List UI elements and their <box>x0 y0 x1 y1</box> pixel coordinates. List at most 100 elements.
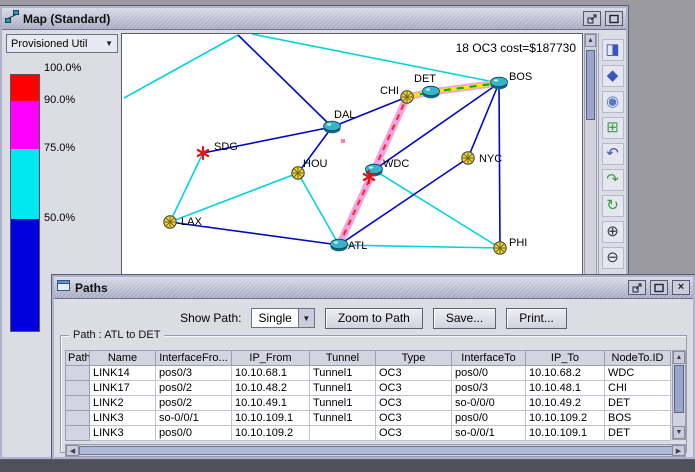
map-node-nyc[interactable] <box>462 152 474 164</box>
scroll-left-icon[interactable]: ◀ <box>66 445 79 456</box>
table-cell[interactable]: Tunnel1 <box>310 366 376 381</box>
table-cell[interactable]: 10.10.48.1 <box>526 381 605 396</box>
row-header-cell[interactable] <box>66 366 90 381</box>
table-cell[interactable]: LINK2 <box>90 396 156 411</box>
column-header-nodeto-id[interactable]: NodeTo.ID <box>605 351 671 366</box>
table-cell[interactable]: so-0/0/1 <box>156 411 232 426</box>
column-header-type[interactable]: Type <box>376 351 452 366</box>
paths-close-button[interactable]: × <box>672 280 690 295</box>
scroll-right-icon[interactable]: ▶ <box>672 445 685 456</box>
scroll-up-icon[interactable]: ▲ <box>673 351 685 364</box>
map-titlebar[interactable]: Map (Standard) <box>2 8 626 30</box>
table-cell[interactable]: WDC <box>605 366 671 381</box>
table-cell[interactable]: OC3 <box>376 381 452 396</box>
table-cell[interactable]: 10.10.109.1 <box>526 426 605 441</box>
table-cell[interactable]: 10.10.109.2 <box>526 411 605 426</box>
map-undock-button[interactable] <box>583 11 601 26</box>
table-row[interactable]: LINK14pos0/310.10.68.1Tunnel1OC3pos0/010… <box>66 366 671 381</box>
table-horizontal-scrollbar[interactable]: ◀ ▶ <box>65 444 686 457</box>
cube-3d-icon[interactable]: ◆ <box>602 65 624 87</box>
column-header-interfaceto[interactable]: InterfaceTo <box>452 351 526 366</box>
row-header-cell[interactable] <box>66 426 90 441</box>
table-cell[interactable]: pos0/0 <box>452 366 526 381</box>
table-cell[interactable]: pos0/3 <box>452 381 526 396</box>
overview-panel-icon[interactable]: ◨ <box>602 39 624 61</box>
table-row[interactable]: LINK2pos0/210.10.49.1Tunnel1OC3so-0/0/01… <box>66 396 671 411</box>
table-cell[interactable]: OC3 <box>376 366 452 381</box>
paths-maximize-button[interactable] <box>650 280 668 295</box>
table-cell[interactable]: pos0/3 <box>156 366 232 381</box>
table-cell[interactable]: CHI <box>605 381 671 396</box>
column-header-ip-from[interactable]: IP_From <box>232 351 310 366</box>
column-header-interfacefro-[interactable]: InterfaceFro... <box>156 351 232 366</box>
map-maximize-button[interactable] <box>605 11 623 26</box>
zoom-out-icon[interactable]: ⊖ <box>602 247 624 269</box>
refresh-icon[interactable]: ↻ <box>602 195 624 217</box>
table-hscroll-thumb[interactable] <box>79 446 674 455</box>
row-header-cell[interactable] <box>66 411 90 426</box>
table-cell[interactable]: 10.10.49.2 <box>526 396 605 411</box>
table-cell[interactable]: pos0/2 <box>156 396 232 411</box>
map-node-dal[interactable] <box>324 121 341 133</box>
table-cell[interactable]: 10.10.68.1 <box>232 366 310 381</box>
column-header-ip-to[interactable]: IP_To <box>526 351 605 366</box>
scroll-down-icon[interactable]: ▼ <box>673 426 685 439</box>
map-node-atl[interactable] <box>331 239 348 251</box>
table-scroll-thumb[interactable] <box>674 365 684 413</box>
redo-icon[interactable]: ↷ <box>602 169 624 191</box>
table-cell[interactable]: pos0/0 <box>156 426 232 441</box>
table-cell[interactable]: Tunnel1 <box>310 396 376 411</box>
table-cell[interactable]: OC3 <box>376 426 452 441</box>
paths-undock-button[interactable] <box>628 280 646 295</box>
print-button[interactable]: Print... <box>506 308 567 329</box>
column-header-tunnel[interactable]: Tunnel <box>310 351 376 366</box>
map-scroll-thumb[interactable] <box>586 50 595 120</box>
legend-grid-icon[interactable]: ⊞ <box>602 117 624 139</box>
map-node-phi[interactable] <box>494 242 506 254</box>
table-cell[interactable]: LINK3 <box>90 411 156 426</box>
zoom-in-icon[interactable]: ⊕ <box>602 221 624 243</box>
table-vertical-scrollbar[interactable]: ▲ ▼ <box>672 350 686 440</box>
table-cell[interactable]: 10.10.68.2 <box>526 366 605 381</box>
map-link[interactable] <box>238 35 332 127</box>
table-cell[interactable]: pos0/2 <box>156 381 232 396</box>
table-cell[interactable]: DET <box>605 396 671 411</box>
column-header-name[interactable]: Name <box>90 351 156 366</box>
paths-titlebar[interactable]: Paths × <box>54 277 693 299</box>
row-header-cell[interactable] <box>66 381 90 396</box>
map-link[interactable] <box>499 83 500 248</box>
table-cell[interactable]: pos0/0 <box>452 411 526 426</box>
dropdown-arrow-icon[interactable]: ▼ <box>298 309 314 327</box>
map-node-lax[interactable] <box>164 216 176 228</box>
table-cell[interactable]: LINK3 <box>90 426 156 441</box>
undo-icon[interactable]: ↶ <box>602 143 624 165</box>
table-cell[interactable]: LINK17 <box>90 381 156 396</box>
map-node-bos[interactable] <box>491 77 508 89</box>
table-cell[interactable]: Tunnel1 <box>310 381 376 396</box>
table-cell[interactable] <box>310 426 376 441</box>
util-mode-dropdown[interactable]: Provisioned Util ▼ <box>6 34 118 53</box>
table-cell[interactable]: 10.10.48.2 <box>232 381 310 396</box>
table-cell[interactable]: LINK14 <box>90 366 156 381</box>
table-cell[interactable]: 10.10.109.2 <box>232 426 310 441</box>
table-cell[interactable]: 10.10.49.1 <box>232 396 310 411</box>
scroll-up-icon[interactable]: ▲ <box>585 34 596 47</box>
table-row[interactable]: LINK3so-0/0/110.10.109.1Tunnel1OC3pos0/0… <box>66 411 671 426</box>
table-cell[interactable]: so-0/0/1 <box>452 426 526 441</box>
column-header-path[interactable]: Path <box>66 351 90 366</box>
show-path-select[interactable]: Single ▼ <box>251 308 314 328</box>
table-row[interactable]: LINK17pos0/210.10.48.2Tunnel1OC3pos0/310… <box>66 381 671 396</box>
table-cell[interactable]: so-0/0/0 <box>452 396 526 411</box>
table-cell[interactable]: 10.10.109.1 <box>232 411 310 426</box>
save-button[interactable]: Save... <box>433 308 496 329</box>
zoom-to-path-button[interactable]: Zoom to Path <box>325 308 423 329</box>
map-link[interactable] <box>298 173 339 245</box>
map-node-chi[interactable] <box>401 91 413 103</box>
table-row[interactable]: LINK3pos0/010.10.109.2 OC3so-0/0/110.10.1… <box>66 426 671 441</box>
row-header-cell[interactable] <box>66 396 90 411</box>
map-link[interactable] <box>124 35 238 98</box>
table-cell[interactable]: OC3 <box>376 411 452 426</box>
map-node-det[interactable] <box>423 86 440 98</box>
table-cell[interactable]: DET <box>605 426 671 441</box>
annotation-icon[interactable]: ◉ <box>602 91 624 113</box>
